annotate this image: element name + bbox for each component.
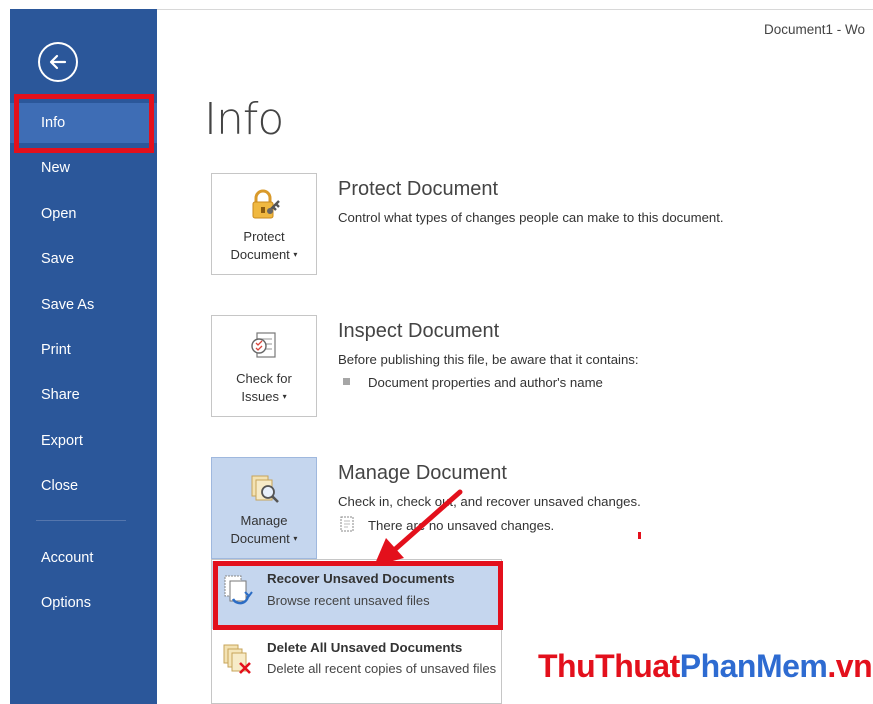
sidebar-item-export[interactable]: Export: [10, 421, 157, 461]
annotation-mark: [638, 532, 641, 539]
manage-document-button[interactable]: Manage Document ▾: [211, 457, 317, 559]
sidebar-item-share[interactable]: Share: [10, 375, 157, 415]
top-border: [157, 9, 873, 10]
sidebar-item-options[interactable]: Options: [10, 583, 157, 623]
manage-label-line1: Manage: [240, 513, 288, 528]
sidebar-item-close[interactable]: Close: [10, 466, 157, 506]
back-button[interactable]: [38, 42, 78, 82]
check-label-line2: Issues: [241, 389, 279, 404]
check-label-line1: Check for: [236, 371, 292, 386]
watermark-part1: ThuThuat: [538, 648, 680, 684]
annotation-arrow-icon: [374, 489, 463, 566]
checklist-icon: [251, 332, 276, 358]
inspect-document-title: Inspect Document: [338, 320, 500, 342]
page-title: Info: [204, 94, 284, 145]
check-for-issues-label: Check for Issues ▾: [212, 370, 316, 406]
highlight-box-recover: [213, 561, 503, 630]
lock-key-icon: [252, 189, 280, 219]
inspect-bullet-text: Document properties and author's name: [368, 375, 603, 390]
chevron-down-icon: ▾: [293, 534, 298, 543]
document-search-icon: [251, 475, 279, 503]
unsaved-document-icon: [340, 516, 354, 532]
sidebar-divider: [36, 520, 126, 521]
delete-item-title: Delete All Unsaved Documents: [267, 640, 463, 655]
left-margin: [0, 0, 10, 704]
check-for-issues-button[interactable]: Check for Issues ▾: [211, 315, 317, 417]
sidebar-item-save-as[interactable]: Save As: [10, 285, 157, 325]
backstage-view: Info New Open Save Save As Print Share E…: [0, 0, 873, 704]
protect-document-label: Protect Document ▾: [212, 228, 316, 264]
bullet-icon: [343, 378, 350, 385]
manage-label-line2: Document: [230, 531, 290, 546]
delete-documents-icon: [223, 644, 251, 674]
back-arrow-icon: [49, 54, 67, 70]
watermark-part3: .vn: [827, 648, 873, 684]
protect-label-line1: Protect: [243, 229, 285, 244]
chevron-down-icon: ▾: [282, 392, 287, 401]
protect-document-title: Protect Document: [338, 178, 499, 200]
watermark-logo: ThuThuatPhanMem.vn: [538, 648, 873, 685]
sidebar-item-save[interactable]: Save: [10, 239, 157, 279]
manage-document-label: Manage Document ▾: [212, 512, 316, 548]
protect-document-desc: Control what types of changes people can…: [338, 210, 724, 225]
protect-document-button[interactable]: Protect Document ▾: [211, 173, 317, 275]
watermark-part2: PhanMem: [679, 648, 828, 684]
sidebar-item-new[interactable]: New: [10, 148, 157, 188]
sidebar-item-open[interactable]: Open: [10, 194, 157, 234]
protect-label-line2: Document: [230, 247, 290, 262]
sidebar-item-print[interactable]: Print: [10, 330, 157, 370]
delete-unsaved-documents-item[interactable]: Delete All Unsaved Documents Delete all …: [212, 630, 501, 704]
highlight-box-info: [14, 94, 154, 153]
window-title: Document1 - Wo: [764, 22, 866, 37]
delete-item-desc: Delete all recent copies of unsaved file…: [267, 661, 497, 676]
sidebar-item-account[interactable]: Account: [10, 538, 157, 578]
chevron-down-icon: ▾: [293, 250, 298, 259]
inspect-document-desc: Before publishing this file, be aware th…: [338, 352, 639, 367]
